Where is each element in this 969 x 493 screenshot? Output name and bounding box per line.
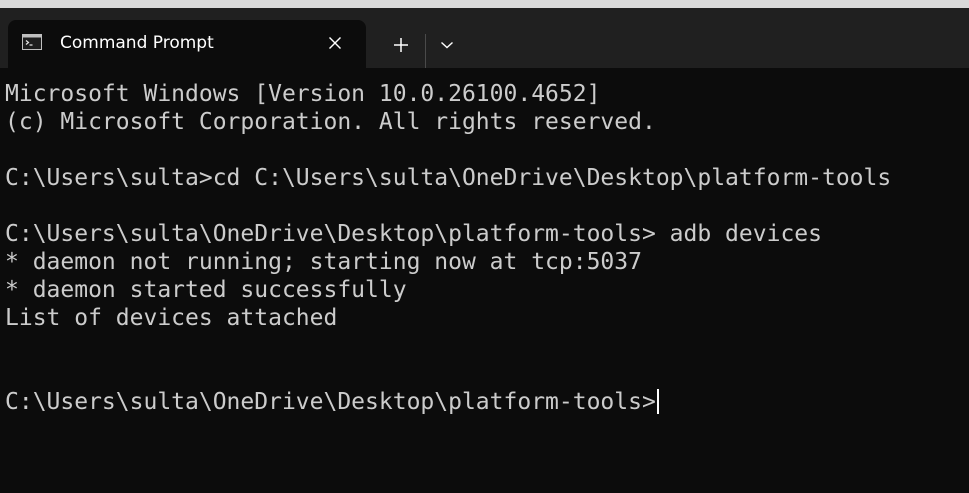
terminal-line: C:\Users\sulta>cd C:\Users\sulta\OneDriv… [5, 165, 892, 191]
close-icon[interactable] [324, 32, 346, 54]
terminal-output[interactable]: Microsoft Windows [Version 10.0.26100.46… [0, 68, 969, 493]
terminal-line: * daemon not running; starting now at tc… [5, 249, 642, 275]
command-prompt-window: Command Prompt Microsoft Windows [Versio… [0, 0, 969, 493]
new-tab-button[interactable] [384, 30, 418, 60]
window-top-edge [0, 0, 969, 8]
tab-title: Command Prompt [60, 33, 214, 53]
terminal-line: C:\Users\sulta\OneDrive\Desktop\platform… [5, 221, 822, 247]
tab-separator [425, 34, 426, 68]
terminal-icon [22, 34, 42, 50]
prompt-text: C:\Users\sulta\OneDrive\Desktop\platform… [5, 389, 656, 415]
terminal-prompt-line[interactable]: C:\Users\sulta\OneDrive\Desktop\platform… [5, 388, 659, 416]
terminal-line: (c) Microsoft Corporation. All rights re… [5, 109, 656, 135]
chevron-down-icon [441, 41, 453, 49]
terminal-line: * daemon started successfully [5, 277, 407, 303]
tab-bar: Command Prompt [0, 8, 969, 68]
text-cursor [656, 389, 659, 414]
terminal-line: List of devices attached [5, 305, 338, 331]
profiles-dropdown-button[interactable] [430, 30, 464, 60]
terminal-line: Microsoft Windows [Version 10.0.26100.46… [5, 81, 601, 107]
tab-command-prompt[interactable]: Command Prompt [8, 20, 366, 68]
plus-icon [394, 38, 408, 52]
